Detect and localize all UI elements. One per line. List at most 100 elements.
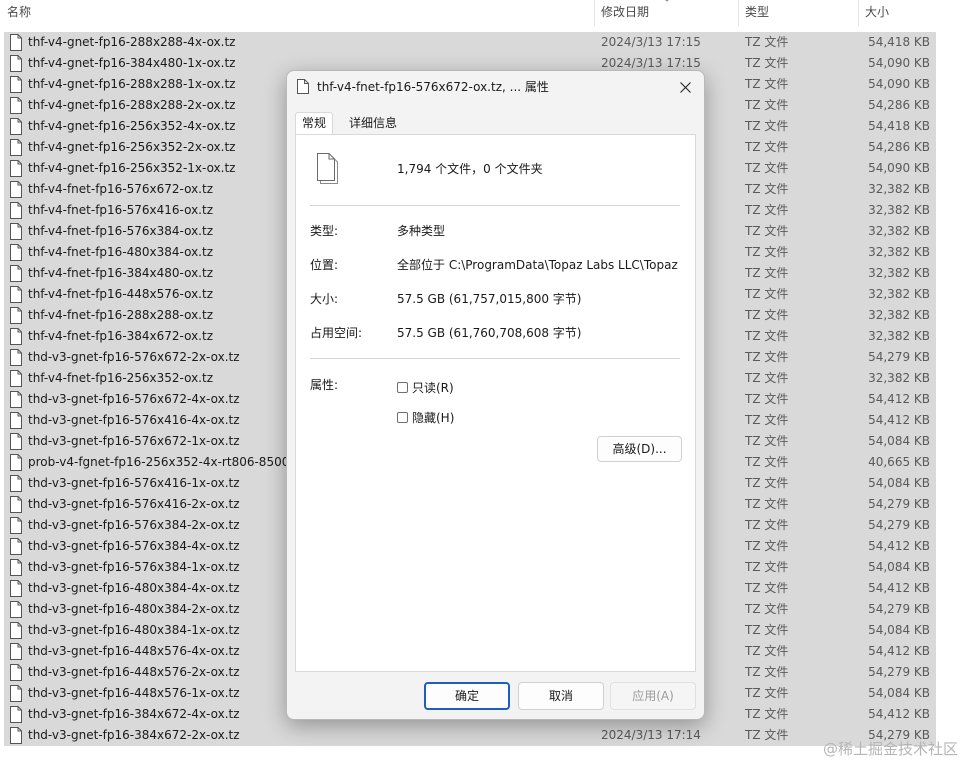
file-name: thf-v4-gnet-fp16-384x480-1x-ox.tz xyxy=(28,56,236,70)
ok-button[interactable]: 确定 xyxy=(424,682,510,710)
watermark: @稀土掘金技术社区 xyxy=(822,740,958,758)
close-button[interactable] xyxy=(670,73,700,101)
file-name: thd-v3-gnet-fp16-576x416-1x-ox.tz xyxy=(28,476,240,490)
file-type: TZ 文件 xyxy=(745,329,789,343)
dialog-titlebar[interactable]: thf-v4-fnet-fp16-576x672-ox.tz, ... 属性 xyxy=(287,71,704,103)
file-size: 32,382 KB xyxy=(868,287,930,301)
file-type: TZ 文件 xyxy=(745,434,789,448)
file-type: TZ 文件 xyxy=(745,350,789,364)
type-value: 多种类型 xyxy=(397,224,446,238)
file-size: 54,279 KB xyxy=(868,350,930,364)
hidden-checkbox[interactable]: 隐藏(H) xyxy=(397,408,454,426)
column-name[interactable]: 名称 xyxy=(0,0,594,26)
file-name: thf-v4-fnet-fp16-448x576-ox.tz xyxy=(28,287,213,301)
type-label: 类型: xyxy=(310,224,339,238)
readonly-checkbox[interactable]: 只读(R) xyxy=(397,378,454,396)
file-type: TZ 文件 xyxy=(745,203,789,217)
file-name: thd-v3-gnet-fp16-384x672-4x-ox.tz xyxy=(28,707,240,721)
file-icon xyxy=(10,538,22,555)
file-name: thd-v3-gnet-fp16-576x384-2x-ox.tz xyxy=(28,518,240,532)
file-icon xyxy=(10,139,22,156)
sort-chevron-icon xyxy=(665,0,669,2)
file-icon xyxy=(10,559,22,576)
file-type: TZ 文件 xyxy=(745,392,789,406)
file-name: thd-v3-gnet-fp16-576x416-2x-ox.tz xyxy=(28,497,240,511)
file-name: thd-v3-gnet-fp16-480x384-1x-ox.tz xyxy=(28,623,240,637)
file-name: thd-v3-gnet-fp16-384x672-2x-ox.tz xyxy=(28,728,240,742)
multiple-files-icon xyxy=(317,153,338,184)
file-name: thd-v3-gnet-fp16-576x384-4x-ox.tz xyxy=(28,539,240,553)
advanced-button[interactable]: 高级(D)... xyxy=(597,436,682,462)
file-type: TZ 文件 xyxy=(745,560,789,574)
file-name: thf-v4-fnet-fp16-576x416-ox.tz xyxy=(28,203,213,217)
file-type: TZ 文件 xyxy=(745,518,789,532)
column-type[interactable]: 类型 xyxy=(738,0,858,26)
file-icon xyxy=(10,97,22,114)
size-value: 57.5 GB (61,757,015,800 字节) xyxy=(397,292,582,306)
file-name: thf-v4-gnet-fp16-256x352-4x-ox.tz xyxy=(28,119,236,133)
file-name: thd-v3-gnet-fp16-576x672-4x-ox.tz xyxy=(28,392,240,406)
checkbox-box[interactable] xyxy=(397,411,408,423)
file-type: TZ 文件 xyxy=(745,539,789,553)
file-icon xyxy=(10,370,22,387)
file-size: 54,286 KB xyxy=(868,98,930,112)
file-type: TZ 文件 xyxy=(745,182,789,196)
file-icon xyxy=(10,643,22,660)
file-icon xyxy=(10,580,22,597)
file-size: 54,418 KB xyxy=(868,119,930,133)
file-row[interactable]: thf-v4-gnet-fp16-288x288-4x-ox.tz 2024/3/… xyxy=(4,32,936,53)
file-size: 32,382 KB xyxy=(868,371,930,385)
file-icon xyxy=(10,286,22,303)
file-icon xyxy=(10,391,22,408)
file-type: TZ 文件 xyxy=(745,602,789,616)
file-size: 54,279 KB xyxy=(868,665,930,679)
tab-general[interactable]: 常规 xyxy=(295,112,334,135)
file-name: thf-v4-fnet-fp16-480x384-ox.tz xyxy=(28,245,213,259)
file-size: 54,090 KB xyxy=(868,77,930,91)
file-type: TZ 文件 xyxy=(745,455,789,469)
file-name: thf-v4-fnet-fp16-576x672-ox.tz xyxy=(28,182,213,196)
file-size: 32,382 KB xyxy=(868,308,930,322)
file-row[interactable]: thd-v3-gnet-fp16-384x672-2x-ox.tz 2024/3/… xyxy=(4,725,936,746)
file-type: TZ 文件 xyxy=(745,623,789,637)
file-type: TZ 文件 xyxy=(745,119,789,133)
file-name: thf-v4-gnet-fp16-256x352-1x-ox.tz xyxy=(28,161,236,175)
file-type: TZ 文件 xyxy=(745,308,789,322)
attributes-label: 属性: xyxy=(310,378,339,392)
file-name: thd-v3-gnet-fp16-576x416-4x-ox.tz xyxy=(28,413,240,427)
file-icon xyxy=(10,55,22,72)
file-type: TZ 文件 xyxy=(745,245,789,259)
file-icon xyxy=(10,307,22,324)
file-name: thf-v4-gnet-fp16-288x288-1x-ox.tz xyxy=(28,77,236,91)
cancel-button[interactable]: 取消 xyxy=(518,682,604,710)
file-type: TZ 文件 xyxy=(745,728,789,742)
file-type: TZ 文件 xyxy=(745,56,789,70)
file-type: TZ 文件 xyxy=(745,140,789,154)
column-header: 名称 修改日期 类型 大小 xyxy=(0,0,938,26)
file-type: TZ 文件 xyxy=(745,686,789,700)
file-name: thd-v3-gnet-fp16-448x576-2x-ox.tz xyxy=(28,665,240,679)
file-name: thf-v4-fnet-fp16-384x672-ox.tz xyxy=(28,329,213,343)
file-icon xyxy=(10,76,22,93)
file-size: 32,382 KB xyxy=(868,266,930,280)
file-icon xyxy=(10,181,22,198)
file-icon xyxy=(10,223,22,240)
file-type: TZ 文件 xyxy=(745,287,789,301)
close-icon xyxy=(679,81,691,93)
location-value[interactable]: 全部位于 C:\ProgramData\Topaz Labs LLC\Topaz xyxy=(397,257,678,273)
checkbox-box[interactable] xyxy=(397,381,408,393)
file-type: TZ 文件 xyxy=(745,161,789,175)
apply-button[interactable]: 应用(A) xyxy=(610,682,696,710)
tab-details[interactable]: 详细信息 xyxy=(343,113,403,135)
file-icon xyxy=(10,244,22,261)
divider xyxy=(310,205,680,206)
file-name: thf-v4-fnet-fp16-576x384-ox.tz xyxy=(28,224,213,238)
file-icon xyxy=(10,433,22,450)
file-name: thd-v3-gnet-fp16-480x384-4x-ox.tz xyxy=(28,581,240,595)
file-name: thf-v4-gnet-fp16-288x288-2x-ox.tz xyxy=(28,98,236,112)
file-size: 32,382 KB xyxy=(868,245,930,259)
file-name: thd-v3-gnet-fp16-576x384-1x-ox.tz xyxy=(28,560,240,574)
file-name: thd-v3-gnet-fp16-448x576-1x-ox.tz xyxy=(28,686,240,700)
column-size[interactable]: 大小 xyxy=(858,0,938,26)
file-size: 54,412 KB xyxy=(868,644,930,658)
